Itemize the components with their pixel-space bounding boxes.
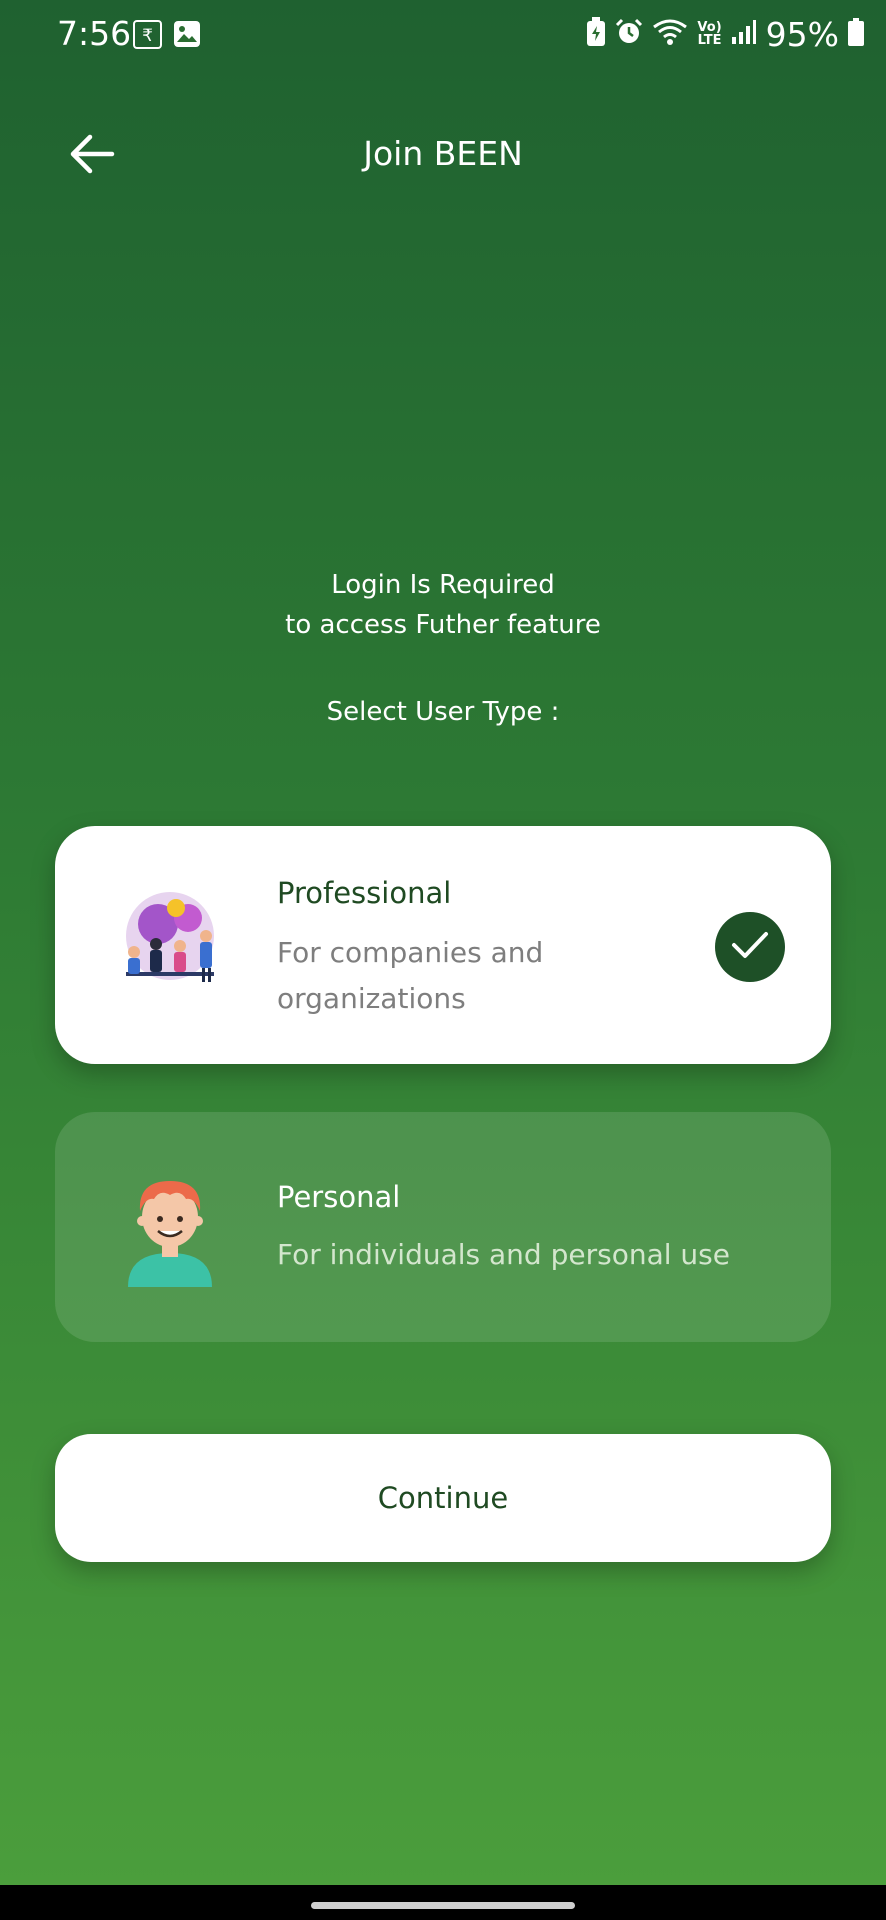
continue-button[interactable]: Continue (55, 1434, 831, 1562)
status-bar: 7:56 ₹ Vo) LTE 95% (0, 0, 886, 70)
status-time: 7:56 (57, 14, 132, 53)
rupee-icon: ₹ (133, 20, 162, 49)
card-title: Personal (277, 1180, 401, 1214)
gallery-icon (173, 20, 201, 48)
check-icon (731, 930, 769, 964)
card-description: For individuals and personal use (277, 1238, 730, 1271)
access-feature-text: to access Futher feature (285, 610, 601, 640)
home-gesture-handle[interactable] (311, 1902, 575, 1909)
app-bar: Join BEEN (0, 120, 886, 192)
battery-percent: 95% (765, 14, 839, 54)
user-type-card-personal[interactable]: Personal For individuals and personal us… (55, 1112, 831, 1342)
team-illustration-icon (110, 884, 230, 1004)
card-description: For companies and organizations (277, 936, 544, 1015)
user-type-card-professional[interactable]: Professional For companies and organizat… (55, 826, 831, 1064)
page-title: Join BEEN (363, 134, 523, 173)
battery-saver-icon (586, 17, 606, 51)
volte-icon: Vo) LTE (697, 20, 722, 48)
selected-check-badge (715, 912, 785, 982)
login-required-text: Login Is Required (331, 570, 555, 600)
select-user-type-label: Select User Type : (326, 697, 560, 727)
alarm-icon (615, 18, 643, 50)
status-icons: Vo) LTE 95% (586, 14, 864, 54)
system-navigation-bar (0, 1885, 886, 1920)
person-avatar-icon (110, 1167, 230, 1287)
battery-icon (848, 18, 864, 50)
wifi-icon (652, 18, 688, 50)
signal-icon (731, 19, 757, 49)
card-title: Professional (277, 876, 452, 910)
